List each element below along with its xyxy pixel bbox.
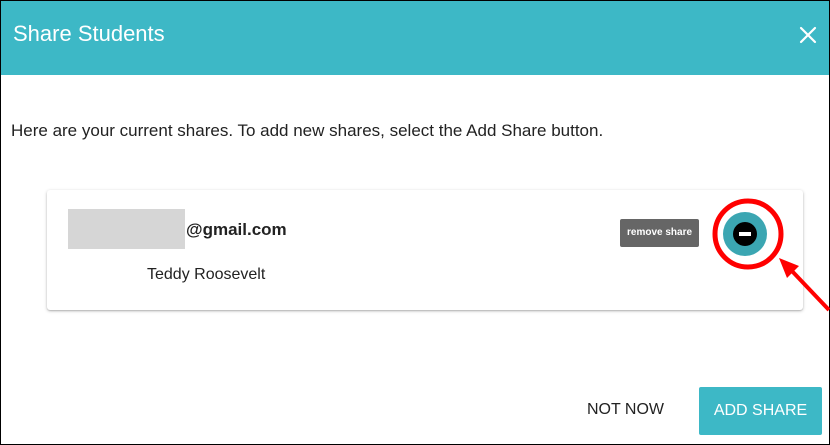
dialog-title: Share Students: [13, 21, 165, 46]
dialog-header: Share Students: [1, 1, 829, 75]
close-icon: [799, 26, 817, 44]
share-students-dialog: Share Students Here are your current sha…: [0, 0, 830, 445]
add-share-button[interactable]: ADD SHARE: [699, 387, 822, 435]
not-now-button[interactable]: NOT NOW: [577, 390, 674, 430]
redacted-email-prefix: [68, 209, 185, 249]
minus-bar: [739, 232, 751, 236]
intro-text: Here are your current shares. To add new…: [11, 121, 604, 140]
minus-circle-icon: [733, 222, 757, 246]
shared-student-name: Teddy Roosevelt: [147, 266, 266, 283]
close-button[interactable]: [793, 19, 823, 49]
share-email: @gmail.com: [186, 220, 287, 239]
remove-share-button[interactable]: [723, 212, 767, 256]
share-card: @gmail.com Teddy Roosevelt remove share: [47, 190, 803, 310]
remove-share-tooltip: remove share: [620, 219, 700, 247]
